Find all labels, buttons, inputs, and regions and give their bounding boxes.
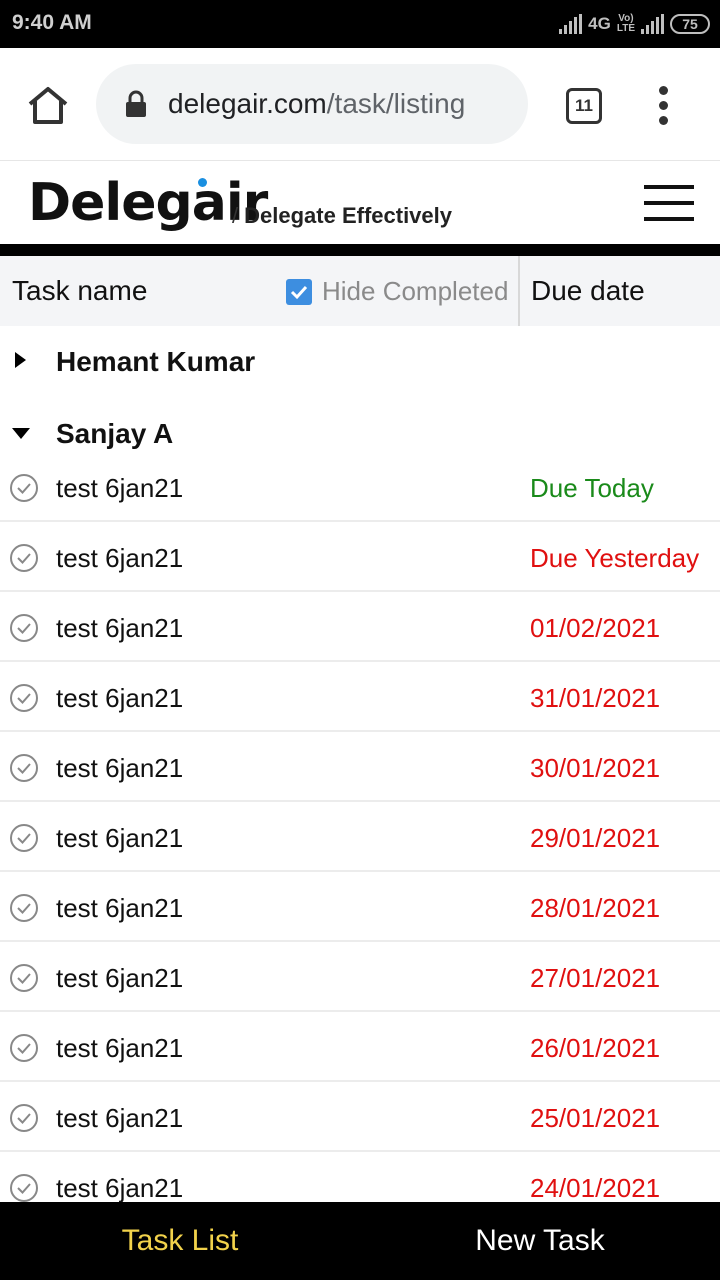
expand-arrow-icon bbox=[15, 352, 26, 368]
group-name: Sanjay A bbox=[56, 418, 174, 449]
task-due-date: 28/01/2021 bbox=[530, 893, 661, 923]
column-due-date[interactable]: Due date bbox=[531, 275, 645, 307]
nav-new-task[interactable]: New Task bbox=[360, 1202, 720, 1280]
task-name[interactable]: test 6jan21 bbox=[56, 963, 183, 994]
task-due-date: 24/01/2021 bbox=[530, 1173, 661, 1203]
task-row[interactable]: test 6jan21 31/01/2021 bbox=[0, 662, 720, 732]
hamburger-menu-icon[interactable] bbox=[644, 185, 694, 221]
tagline-slash: / bbox=[232, 203, 239, 228]
complete-task-icon[interactable] bbox=[9, 1173, 39, 1203]
task-due-date: 30/01/2021 bbox=[530, 753, 661, 783]
home-icon[interactable] bbox=[24, 82, 72, 130]
task-row[interactable]: test 6jan21 27/01/2021 bbox=[0, 942, 720, 1012]
address-bar[interactable]: delegair.com/task/listing bbox=[96, 64, 528, 144]
task-row[interactable]: test 6jan21 Due Today bbox=[0, 452, 720, 522]
group-hemant-kumar[interactable]: Hemant Kumar bbox=[0, 332, 720, 392]
complete-task-icon[interactable] bbox=[9, 823, 39, 853]
complete-task-icon[interactable] bbox=[9, 893, 39, 923]
bottom-nav: Task List New Task bbox=[0, 1202, 720, 1280]
collapse-arrow-icon bbox=[12, 428, 30, 439]
url-domain: delegair.com bbox=[168, 88, 327, 119]
hide-completed-toggle[interactable]: Hide Completed bbox=[286, 276, 508, 307]
task-due-date: 29/01/2021 bbox=[530, 823, 661, 853]
volte-bottom: LTE bbox=[616, 23, 635, 34]
task-row[interactable]: test 6jan21 29/01/2021 bbox=[0, 802, 720, 872]
complete-task-icon[interactable] bbox=[9, 1033, 39, 1063]
tagline-text: Delegate Effectively bbox=[244, 203, 452, 228]
network-type: 4G bbox=[588, 14, 611, 33]
task-name[interactable]: test 6jan21 bbox=[56, 893, 183, 924]
lock-icon bbox=[126, 90, 146, 117]
column-header: Task name Hide Completed Due date bbox=[0, 256, 720, 326]
task-due-date: 01/02/2021 bbox=[530, 613, 661, 643]
app-tagline: / Delegate Effectively bbox=[232, 203, 452, 229]
task-name[interactable]: test 6jan21 bbox=[56, 753, 183, 784]
tab-count: 11 bbox=[575, 96, 593, 115]
status-time: 9:40 AM bbox=[12, 11, 92, 34]
logo-dot bbox=[198, 178, 207, 187]
task-name[interactable]: test 6jan21 bbox=[56, 543, 183, 574]
column-task-name[interactable]: Task name bbox=[12, 275, 147, 307]
hide-completed-label: Hide Completed bbox=[322, 276, 509, 306]
task-name[interactable]: test 6jan21 bbox=[56, 1033, 183, 1064]
task-name[interactable]: test 6jan21 bbox=[56, 1173, 183, 1204]
task-due-date: Due Today bbox=[530, 473, 654, 503]
hide-completed-checkbox[interactable] bbox=[286, 278, 312, 305]
task-row[interactable]: test 6jan21 Due Yesterday bbox=[0, 522, 720, 592]
task-name[interactable]: test 6jan21 bbox=[56, 1103, 183, 1134]
complete-task-icon[interactable] bbox=[9, 613, 39, 643]
nav-task-list[interactable]: Task List bbox=[0, 1202, 360, 1280]
checkmark-icon bbox=[290, 285, 308, 299]
url-text[interactable]: delegair.com/task/listing bbox=[168, 88, 465, 120]
task-row[interactable]: test 6jan21 01/02/2021 bbox=[0, 592, 720, 662]
tab-switcher-button[interactable]: 11 bbox=[566, 88, 602, 124]
complete-task-icon[interactable] bbox=[9, 753, 39, 783]
more-menu-icon[interactable] bbox=[652, 86, 676, 126]
task-name[interactable]: test 6jan21 bbox=[56, 613, 183, 644]
volte-icon: Vo) LTE bbox=[617, 14, 635, 34]
group-name: Hemant Kumar bbox=[56, 346, 256, 377]
browser-toolbar: delegair.com/task/listing 11 bbox=[0, 48, 720, 160]
task-due-date: 25/01/2021 bbox=[530, 1103, 661, 1133]
task-name[interactable]: test 6jan21 bbox=[56, 683, 183, 714]
status-icons: 4G Vo) LTE 75 bbox=[559, 10, 710, 38]
complete-task-icon[interactable] bbox=[9, 683, 39, 713]
column-divider bbox=[518, 256, 520, 326]
task-due-date: Due Yesterday bbox=[530, 543, 700, 573]
task-name[interactable]: test 6jan21 bbox=[56, 473, 183, 504]
complete-task-icon[interactable] bbox=[9, 963, 39, 993]
task-row[interactable]: test 6jan21 25/01/2021 bbox=[0, 1082, 720, 1152]
task-row[interactable]: test 6jan21 30/01/2021 bbox=[0, 732, 720, 802]
task-name[interactable]: test 6jan21 bbox=[56, 823, 183, 854]
task-row[interactable]: test 6jan21 28/01/2021 bbox=[0, 872, 720, 942]
complete-task-icon[interactable] bbox=[9, 473, 39, 503]
header-divider bbox=[0, 244, 720, 256]
status-bar: 9:40 AM 4G Vo) LTE 75 bbox=[0, 0, 720, 48]
task-due-date: 26/01/2021 bbox=[530, 1033, 661, 1063]
task-list: test 6jan21 Due Today test 6jan21 Due Yeste… bbox=[0, 452, 720, 1222]
task-row[interactable]: test 6jan21 26/01/2021 bbox=[0, 1012, 720, 1082]
task-due-date: 27/01/2021 bbox=[530, 963, 661, 993]
battery-icon: 75 bbox=[670, 14, 710, 34]
signal-icon-2 bbox=[641, 14, 664, 34]
battery-level: 75 bbox=[682, 16, 698, 32]
url-path: /task/listing bbox=[326, 88, 466, 119]
task-due-date: 31/01/2021 bbox=[530, 683, 661, 713]
complete-task-icon[interactable] bbox=[9, 1103, 39, 1133]
app-header: Delegair / Delegate Effectively bbox=[0, 160, 720, 244]
complete-task-icon[interactable] bbox=[9, 543, 39, 573]
signal-icon bbox=[559, 14, 583, 34]
